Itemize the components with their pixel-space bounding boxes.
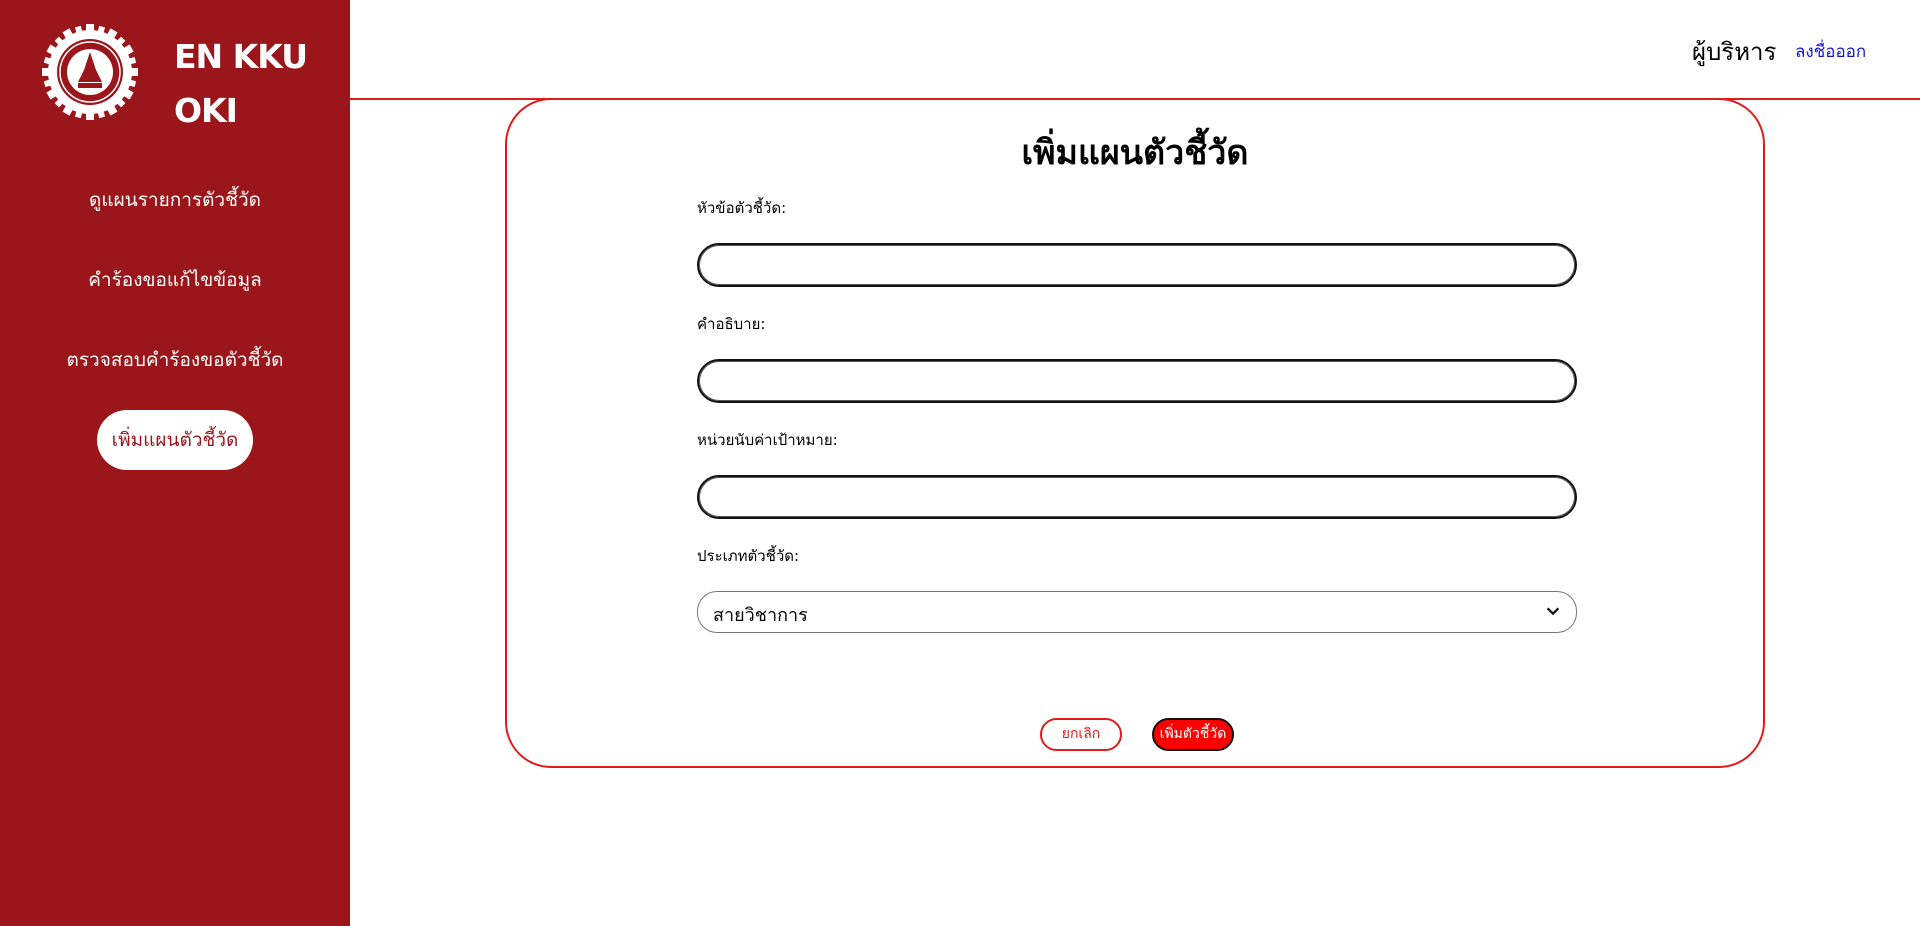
user-role: ผู้บริหาร: [1692, 38, 1777, 66]
top-bar: [350, 0, 1920, 100]
description-label: คำอธิบาย:: [697, 315, 766, 333]
target-unit-input[interactable]: [697, 475, 1577, 519]
add-plan-form: เพิ่มแผนตัวชี้วัด หัวข้อตัวชี้วัด: คำอธิ…: [505, 98, 1765, 768]
page-title: เพิ่มแผนตัวชี้วัด: [1021, 133, 1249, 173]
target-unit-label: หน่วยนับค่าเป้าหมาย:: [697, 431, 838, 449]
brand-name: EN KKU OKI: [174, 30, 308, 138]
sidebar-item-review-requests[interactable]: ตรวจสอบคำร้องขอตัวชี้วัด: [0, 330, 350, 410]
sidebar-item-edit-requests[interactable]: คำร้องขอแก้ไขข้อมูล: [0, 250, 350, 330]
description-input[interactable]: [697, 359, 1577, 403]
sidebar: EN KKU OKI ดูแผนรายการตัวชี้วัด คำร้องขอ…: [0, 0, 350, 926]
brand-line-2: OKI: [174, 91, 238, 130]
brand-line-1: EN KKU: [174, 37, 308, 76]
sidebar-item-view-plans[interactable]: ดูแผนรายการตัวชี้วัด: [0, 170, 350, 250]
sidebar-item-add-plan[interactable]: เพิ่มแผนตัวชี้วัด: [97, 410, 253, 470]
brand: EN KKU OKI: [38, 22, 338, 130]
sidebar-nav: ดูแผนรายการตัวชี้วัด คำร้องขอแก้ไขข้อมูล…: [0, 170, 350, 470]
logout-link[interactable]: ลงชื่อออก: [1795, 38, 1866, 65]
indicator-type-value: สายวิชาการ: [713, 605, 808, 626]
indicator-title-label: หัวข้อตัวชี้วัด:: [697, 199, 787, 217]
cancel-button[interactable]: ยกเลิก: [1040, 718, 1122, 751]
indicator-type-select[interactable]: สายวิชาการ: [697, 591, 1577, 633]
indicator-title-input[interactable]: [697, 243, 1577, 287]
indicator-type-label: ประเภทตัวชี้วัด:: [697, 547, 800, 565]
chevron-down-icon: [1546, 607, 1560, 616]
gear-seal-icon: [42, 24, 138, 120]
add-indicator-button[interactable]: เพิ่มตัวชี้วัด: [1152, 718, 1234, 751]
